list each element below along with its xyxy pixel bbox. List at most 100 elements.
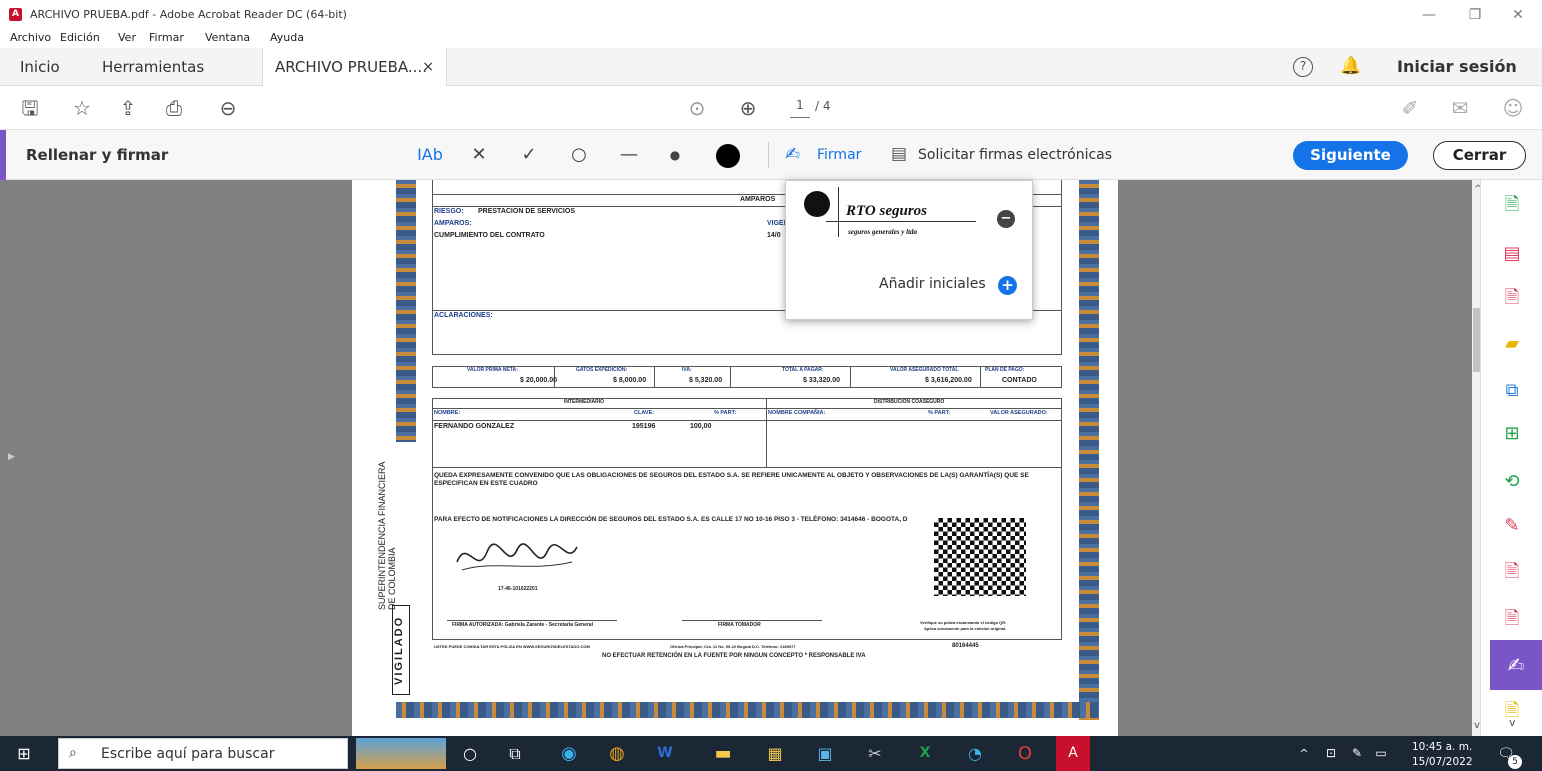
oficina-text: Oficina Principal: Cra. 11 No. 90-20 Bog…: [670, 644, 796, 649]
help-icon[interactable]: ?: [1293, 57, 1313, 77]
tray-chevron-icon[interactable]: ^: [1296, 736, 1312, 771]
chrome-icon[interactable]: ◍: [600, 736, 634, 771]
taskbar-search-box[interactable]: ⌕ Escribe aquí para buscar: [58, 738, 348, 769]
page-number-input[interactable]: 1: [790, 98, 810, 118]
bell-icon[interactable]: 🔔: [1340, 56, 1361, 76]
star-icon[interactable]: ☆: [66, 86, 98, 130]
redact-icon[interactable]: 🗎: [1500, 608, 1524, 630]
page-total: / 4: [815, 99, 831, 113]
col-prima: VALOR PRIMA NETA:: [467, 367, 518, 373]
fill-sign-title: Rellenar y firmar: [26, 146, 169, 164]
part-label: % PART:: [714, 410, 737, 416]
excel-icon[interactable]: X: [908, 736, 942, 771]
color-picker-icon[interactable]: [716, 144, 740, 168]
val-plan: CONTADO: [1002, 377, 1037, 384]
menu-firmar[interactable]: Firmar: [149, 31, 184, 44]
zoom-out-icon[interactable]: ⊖: [212, 86, 244, 130]
organize-pages-icon[interactable]: ▤: [1500, 243, 1524, 265]
scan-ocr-icon[interactable]: ⟲: [1500, 471, 1524, 493]
search-highlight-image[interactable]: [356, 738, 446, 769]
line-tool-icon[interactable]: —: [615, 130, 643, 180]
text-tool-icon[interactable]: IAb: [412, 130, 448, 180]
taskbar-time[interactable]: 10:45 a. m.: [1412, 741, 1472, 753]
menu-ayuda[interactable]: Ayuda: [270, 31, 304, 44]
opera-icon[interactable]: O: [1008, 736, 1042, 771]
notification-count: 5: [1508, 755, 1522, 769]
app-gallery-icon[interactable]: ▦: [758, 736, 792, 771]
part2-label: % PART:: [928, 410, 951, 416]
panel-scroll-down-icon[interactable]: v: [1509, 716, 1516, 729]
amparos-heading: AMPAROS: [740, 196, 776, 203]
word-icon[interactable]: W: [648, 736, 682, 771]
next-page-icon[interactable]: ⊕: [732, 86, 764, 130]
sign-pen-icon[interactable]: ✍: [785, 144, 800, 165]
signature-subtitle: seguros generales y ltda: [848, 228, 918, 236]
request-signatures-button[interactable]: Solicitar firmas electrónicas: [918, 147, 1112, 163]
signin-button[interactable]: Iniciar sesión: [1397, 57, 1517, 76]
store-icon[interactable]: ▣: [808, 736, 842, 771]
val-gastos: $ 8,000.00: [613, 377, 647, 384]
menu-ventana[interactable]: Ventana: [205, 31, 250, 44]
add-initials-icon[interactable]: +: [998, 276, 1017, 295]
circle-tool-icon[interactable]: ○: [565, 130, 593, 180]
authorized-signature: [456, 543, 578, 571]
close-window-icon[interactable]: ✕: [1503, 5, 1533, 25]
add-initials-button[interactable]: Añadir iniciales: [879, 276, 986, 292]
protect-icon[interactable]: 🗎: [1500, 561, 1524, 583]
close-fill-button[interactable]: Cerrar: [1433, 141, 1526, 170]
tab-inicio[interactable]: Inicio: [8, 48, 72, 86]
add-user-icon[interactable]: ☺: [1497, 86, 1529, 130]
compare-icon[interactable]: ⊞: [1500, 423, 1524, 445]
print-icon[interactable]: ⎙: [158, 86, 190, 130]
signature-name[interactable]: RTO seguros: [846, 203, 927, 220]
snipping-icon[interactable]: ✂: [858, 736, 892, 771]
fecha-value: 14/0: [767, 232, 781, 239]
tray-pen-icon[interactable]: ✎: [1348, 736, 1366, 771]
fill-sign-tool-icon[interactable]: ✍: [1490, 640, 1542, 690]
check-tool-icon[interactable]: ✓: [515, 130, 543, 180]
create-pdf-icon[interactable]: 🗎: [1500, 194, 1524, 216]
tray-battery-icon[interactable]: ▭: [1372, 736, 1390, 771]
taskbar-date[interactable]: 15/07/2022: [1412, 756, 1473, 768]
acrobat-taskbar-icon[interactable]: A: [1056, 736, 1090, 771]
qr-code: [934, 518, 1026, 596]
cloud-upload-icon[interactable]: ⇪: [112, 86, 144, 130]
task-view-icon[interactable]: ⧉: [500, 736, 530, 771]
tab-document[interactable]: ARCHIVO PRUEBA.... ×: [262, 48, 447, 86]
dot-tool-icon[interactable]: ●: [665, 130, 685, 180]
edge-icon[interactable]: ◉: [552, 736, 586, 771]
search-placeholder: Escribe aquí para buscar: [101, 746, 275, 762]
consultar-text: USTED PUEDE CONSULTAR ESTA PÓLIZA EN WWW…: [434, 644, 590, 649]
edit-pdf-icon[interactable]: ✎: [1500, 515, 1524, 537]
prev-page-icon[interactable]: ⊙: [681, 86, 713, 130]
share-link-icon[interactable]: ✐: [1394, 86, 1426, 130]
sign-button[interactable]: Firmar: [817, 147, 861, 163]
outlook-icon[interactable]: ◔: [958, 736, 992, 771]
main-toolbar: 🖫 ☆ ⇪ ⎙ ⊖ ⊙ ⊕ 1 / 4 ✐ ✉ ☺: [0, 86, 1542, 130]
remove-signature-icon[interactable]: −: [997, 210, 1015, 228]
next-button[interactable]: Siguiente: [1293, 141, 1408, 170]
request-sign-icon[interactable]: ▤: [891, 144, 907, 164]
restore-icon[interactable]: ❐: [1460, 5, 1490, 25]
windows-start-icon[interactable]: ⊞: [6, 736, 42, 771]
save-icon[interactable]: 🖫: [14, 86, 46, 130]
val-prima: $ 20,000.00: [520, 377, 557, 384]
menu-edicion[interactable]: Edición: [60, 31, 100, 44]
cortana-icon[interactable]: ○: [455, 736, 485, 771]
val-total: $ 33,320.00: [803, 377, 840, 384]
menu-archivo[interactable]: Archivo: [10, 31, 51, 44]
tray-network-icon[interactable]: ⊡: [1322, 736, 1340, 771]
comment-icon[interactable]: ▰: [1500, 333, 1524, 355]
mail-icon[interactable]: ✉: [1444, 86, 1476, 130]
minimize-icon[interactable]: —: [1414, 5, 1444, 25]
nombre-value: FERNANDO GONZALEZ: [434, 423, 515, 430]
export-pdf-icon[interactable]: 🗎: [1500, 287, 1524, 309]
fill-sign-accent: [0, 130, 6, 180]
combine-files-icon[interactable]: ⧉: [1500, 380, 1524, 402]
cross-tool-icon[interactable]: ✕: [465, 130, 493, 180]
file-explorer-icon[interactable]: ▬: [706, 736, 740, 771]
menu-ver[interactable]: Ver: [118, 31, 136, 44]
collapse-panel-icon[interactable]: ▶: [8, 452, 15, 462]
tab-herramientas[interactable]: Herramientas: [90, 48, 216, 86]
tab-close-icon[interactable]: ×: [422, 48, 434, 86]
